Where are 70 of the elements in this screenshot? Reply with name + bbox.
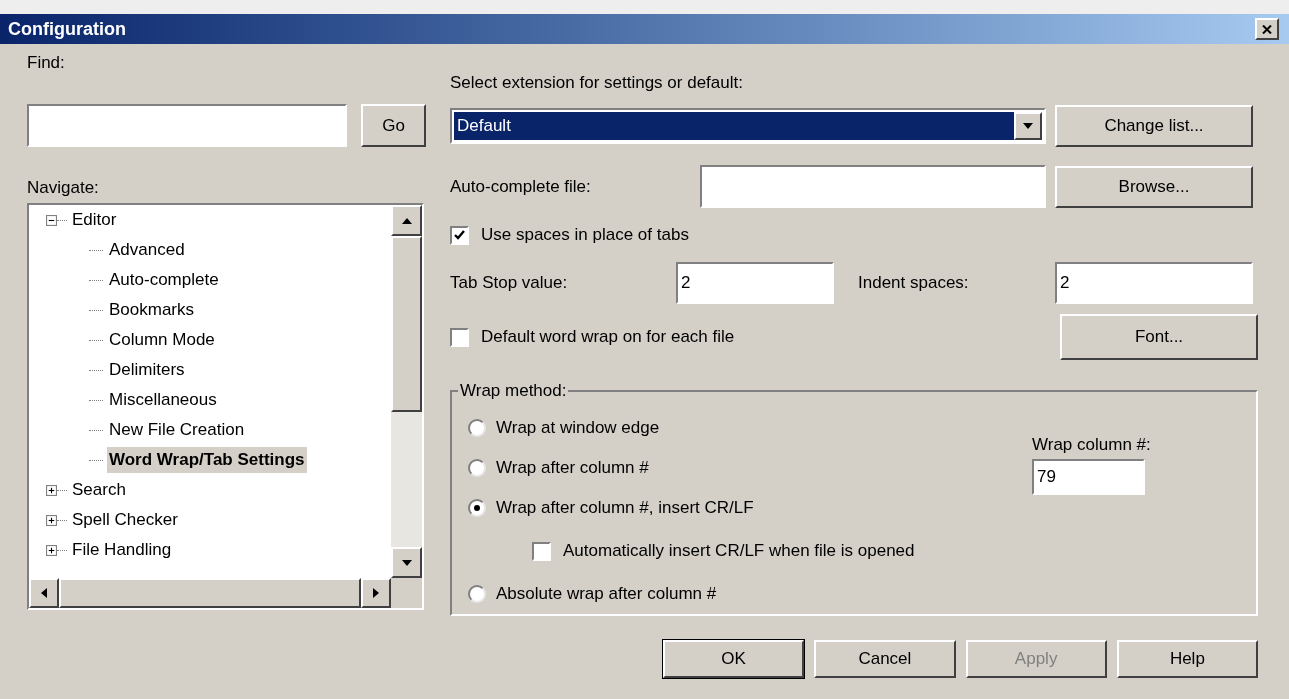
radio-button[interactable] — [468, 585, 486, 603]
radio-button[interactable] — [468, 419, 486, 437]
radio-button[interactable] — [468, 499, 486, 517]
scrollbar-corner — [391, 578, 422, 608]
scroll-left-button[interactable] — [29, 578, 59, 608]
dialog-button[interactable]: OK — [663, 640, 805, 678]
checkbox[interactable] — [450, 225, 469, 245]
wrap-column-label: Wrap column #: — [1032, 434, 1151, 456]
horizontal-scrollbar[interactable] — [29, 578, 391, 608]
scroll-thumb[interactable] — [391, 236, 422, 412]
scroll-down-button[interactable] — [391, 547, 422, 578]
checkbox[interactable] — [450, 327, 469, 347]
radio-label: Wrap at window edge — [496, 417, 660, 440]
checkbox[interactable] — [532, 541, 551, 561]
tree-item[interactable]: Word Wrap/Tab Settings — [107, 447, 307, 473]
tree-item[interactable]: Spell Checker — [70, 507, 180, 533]
indent-spaces-label: Indent spaces: — [858, 272, 970, 295]
check-icon — [454, 230, 465, 240]
find-label: Find: — [27, 52, 66, 74]
radio-label: Wrap after column # — [496, 457, 649, 480]
scroll-thumb[interactable] — [59, 578, 361, 608]
dialog-button[interactable]: Cancel — [814, 640, 956, 678]
auto-complete-field[interactable] — [700, 165, 1046, 208]
close-icon — [1262, 24, 1272, 34]
tree-item[interactable]: Search — [70, 477, 128, 503]
navigate-label: Navigate: — [27, 177, 100, 199]
browse-button[interactable]: Browse... — [1055, 165, 1253, 208]
indent-spaces-field[interactable]: 2 — [1055, 262, 1253, 304]
expand-icon[interactable] — [46, 544, 57, 556]
auto-complete-label: Auto-complete file: — [450, 175, 592, 198]
tree-item[interactable]: Advanced — [107, 237, 187, 263]
go-button[interactable]: Go — [361, 104, 426, 147]
font-button[interactable]: Font... — [1060, 314, 1258, 360]
radio-label: Absolute wrap after column # — [496, 583, 717, 606]
wrap-column-field[interactable]: 79 — [1032, 459, 1145, 495]
checkbox-label: Use spaces in place of tabs — [481, 224, 689, 247]
tree-item[interactable]: Bookmarks — [107, 297, 197, 323]
checkbox-label: Automatically insert CR/LF when file is opened — [563, 540, 915, 563]
collapse-icon[interactable] — [46, 214, 57, 226]
extension-label: Select extension for settings or default: — [450, 72, 744, 94]
checkbox-label: Default word wrap on for each file — [481, 326, 735, 349]
down-arrow-icon — [401, 559, 412, 566]
tree-item[interactable]: Column Mode — [107, 327, 217, 353]
caret-icon — [1023, 123, 1033, 129]
expand-icon[interactable] — [46, 514, 57, 526]
dropdown-button[interactable] — [1014, 112, 1042, 140]
change-list-button[interactable]: Change list... — [1055, 105, 1253, 147]
right-arrow-icon — [373, 588, 379, 598]
find-field[interactable] — [27, 104, 347, 147]
expand-icon[interactable] — [46, 484, 57, 496]
tree-item[interactable]: New File Creation — [107, 417, 247, 443]
radio-label: Wrap after column #, insert CR/LF — [496, 497, 754, 520]
left-arrow-icon — [41, 588, 47, 598]
radio-button[interactable] — [468, 459, 486, 477]
vertical-scrollbar[interactable] — [391, 205, 422, 578]
close-button[interactable] — [1255, 18, 1279, 40]
tree-item[interactable]: Auto-complete — [107, 267, 221, 293]
scroll-up-button[interactable] — [391, 205, 422, 236]
tree-item[interactable]: Delimiters — [107, 357, 187, 383]
window-title: Configuration — [8, 17, 126, 41]
tree-item[interactable]: Editor — [70, 207, 119, 233]
tab-stop-label: Tab Stop value: — [450, 272, 569, 295]
dialog-button[interactable]: Help — [1116, 640, 1258, 678]
extension-dropdown[interactable]: Default — [450, 108, 1046, 144]
dropdown-value: Default — [454, 112, 1014, 140]
up-arrow-icon — [401, 217, 412, 224]
tree-item[interactable]: Miscellaneous — [107, 387, 219, 413]
tab-stop-field[interactable]: 2 — [676, 262, 834, 304]
scroll-right-button[interactable] — [361, 578, 391, 608]
tree-item[interactable]: File Handling — [70, 537, 174, 563]
